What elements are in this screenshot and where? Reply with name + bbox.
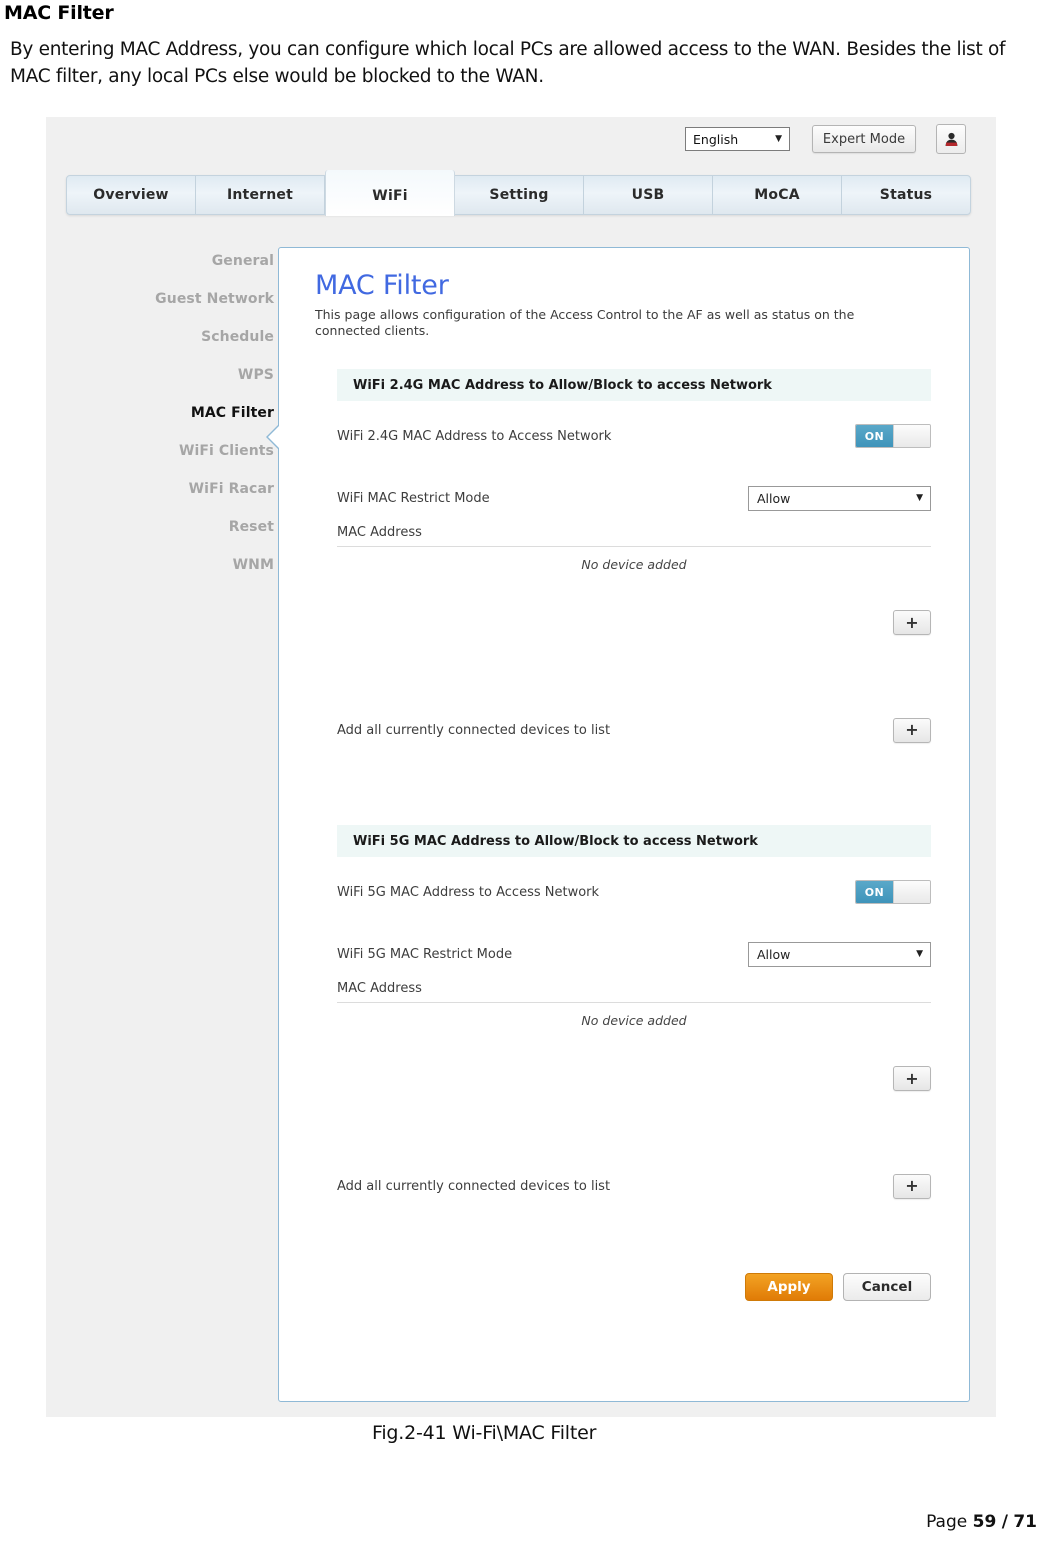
- toggle-5g-on-label: ON: [856, 881, 893, 903]
- label-5g-add-all-devices: Add all currently connected devices to l…: [337, 1178, 611, 1194]
- chevron-down-icon: ▼: [916, 949, 923, 959]
- section-wifi-5g: WiFi 5G MAC Address to Allow/Block to ac…: [315, 825, 941, 1203]
- expert-mode-button[interactable]: Expert Mode: [812, 125, 916, 153]
- page-footer: Page 59 / 71: [926, 1512, 1037, 1532]
- divider: [337, 546, 931, 547]
- apply-button[interactable]: Apply: [745, 1273, 833, 1301]
- sidebar-item-guest-network[interactable]: Guest Network: [46, 280, 284, 318]
- label-24g-mac-address: MAC Address: [337, 525, 422, 540]
- chevron-down-icon: ▼: [775, 134, 782, 144]
- figure-caption: Fig.2-41 Wi-Fi\MAC Filter: [372, 1422, 597, 1444]
- tab-moca[interactable]: MoCA: [713, 176, 842, 214]
- form-actions: Apply Cancel: [337, 1273, 931, 1301]
- main-navigation-tabs[interactable]: Overview Internet WiFi Setting USB MoCA …: [66, 170, 971, 216]
- section-5g-header: WiFi 5G MAC Address to Allow/Block to ac…: [337, 825, 931, 857]
- label-24g-restrict-mode: WiFi MAC Restrict Mode: [337, 490, 490, 506]
- tab-setting[interactable]: Setting: [455, 176, 584, 214]
- add-all-devices-24g-button[interactable]: +: [893, 717, 931, 743]
- label-5g-restrict-mode: WiFi 5G MAC Restrict Mode: [337, 946, 513, 962]
- active-menu-pointer-icon: [266, 424, 279, 450]
- section-wifi-24g: WiFi 2.4G MAC Address to Allow/Block to …: [315, 369, 941, 747]
- sidebar-item-wps[interactable]: WPS: [46, 356, 284, 394]
- router-admin-screenshot: English ▼ Expert Mode Overview Internet …: [46, 117, 996, 1417]
- wifi-sidebar-menu[interactable]: General Guest Network Schedule WPS MAC F…: [46, 242, 284, 584]
- cancel-button[interactable]: Cancel: [843, 1273, 931, 1301]
- note-5g-no-device: No device added: [581, 1013, 687, 1028]
- label-5g-access: WiFi 5G MAC Address to Access Network: [337, 884, 600, 900]
- label-24g-add-all-devices: Add all currently connected devices to l…: [337, 722, 611, 738]
- row-5g-access-toggle: WiFi 5G MAC Address to Access Network ON: [337, 875, 931, 909]
- tab-wifi[interactable]: WiFi: [325, 170, 455, 216]
- add-mac-entry-5g-button[interactable]: +: [893, 1066, 931, 1091]
- chevron-down-icon: ▼: [916, 493, 923, 503]
- sidebar-item-wifi-racar[interactable]: WiFi Racar: [46, 470, 284, 508]
- document-paragraph: By entering MAC Address, you can configu…: [10, 39, 1006, 87]
- tab-usb[interactable]: USB: [584, 176, 713, 214]
- add-all-devices-5g-button[interactable]: +: [893, 1173, 931, 1199]
- toggle-24g-access[interactable]: ON: [855, 424, 931, 448]
- label-5g-mac-address: MAC Address: [337, 981, 422, 996]
- language-select[interactable]: English ▼: [685, 127, 790, 151]
- select-24g-restrict-mode-value: Allow: [757, 490, 791, 506]
- page-title: MAC Filter: [315, 270, 449, 301]
- language-select-value: English: [693, 131, 739, 147]
- user-account-button[interactable]: [936, 124, 966, 154]
- toggle-24g-on-label: ON: [856, 425, 893, 447]
- row-24g-restrict-mode: WiFi MAC Restrict Mode Allow ▼: [337, 481, 931, 515]
- footer-prefix: Page: [926, 1512, 968, 1532]
- row-5g-add-all-devices: Add all currently connected devices to l…: [337, 1169, 931, 1203]
- row-5g-restrict-mode: WiFi 5G MAC Restrict Mode Allow ▼: [337, 937, 931, 971]
- footer-page-number: 59: [972, 1512, 997, 1532]
- select-5g-restrict-mode-value: Allow: [757, 946, 791, 962]
- user-account-icon: [945, 132, 957, 146]
- row-24g-add-all-devices: Add all currently connected devices to l…: [337, 713, 931, 747]
- row-24g-access-toggle: WiFi 2.4G MAC Address to Access Network …: [337, 419, 931, 453]
- toggle-5g-knob[interactable]: [892, 881, 930, 903]
- sidebar-item-schedule[interactable]: Schedule: [46, 318, 284, 356]
- tab-overview[interactable]: Overview: [67, 176, 196, 214]
- toggle-24g-knob[interactable]: [892, 425, 930, 447]
- select-5g-restrict-mode[interactable]: Allow ▼: [748, 941, 931, 967]
- section-24g-header: WiFi 2.4G MAC Address to Allow/Block to …: [337, 369, 931, 401]
- sidebar-item-wifi-clients[interactable]: WiFi Clients: [46, 432, 284, 470]
- footer-separator: /: [1001, 1512, 1008, 1532]
- divider: [337, 1002, 931, 1003]
- select-24g-restrict-mode[interactable]: Allow ▼: [748, 485, 931, 511]
- tab-status[interactable]: Status: [842, 176, 970, 214]
- sidebar-item-mac-filter[interactable]: MAC Filter: [46, 394, 284, 432]
- footer-total-pages: 71: [1013, 1512, 1037, 1532]
- content-panel: MAC Filter This page allows configuratio…: [266, 247, 970, 1402]
- note-24g-no-device: No device added: [581, 557, 687, 572]
- ui-header-bar: English ▼ Expert Mode: [46, 117, 996, 165]
- label-24g-access: WiFi 2.4G MAC Address to Access Network: [337, 428, 612, 444]
- add-mac-entry-24g-button[interactable]: +: [893, 610, 931, 635]
- document-heading: MAC Filter: [4, 2, 114, 24]
- sidebar-item-wnm[interactable]: WNM: [46, 546, 284, 584]
- toggle-5g-access[interactable]: ON: [855, 880, 931, 904]
- tab-internet[interactable]: Internet: [196, 176, 325, 214]
- sidebar-item-general[interactable]: General: [46, 242, 284, 280]
- page-description: This page allows configuration of the Ac…: [315, 307, 855, 338]
- sidebar-item-reset[interactable]: Reset: [46, 508, 284, 546]
